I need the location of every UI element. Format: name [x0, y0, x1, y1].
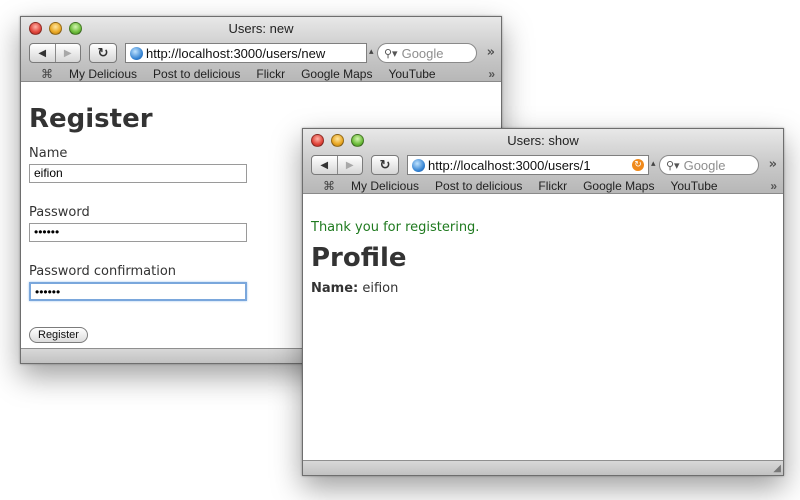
search-placeholder: Google [683, 157, 726, 173]
toolbar-overflow-icon[interactable]: » [487, 45, 495, 60]
status-bar: ◢ [303, 460, 783, 475]
register-button[interactable]: Register [29, 327, 88, 343]
search-icon: ⚲▾ [666, 159, 680, 172]
password-field[interactable]: •••••• [29, 223, 247, 242]
register-form: Register Name eifion Password •••••• Pas… [29, 104, 247, 343]
address-bar[interactable]: http://localhost:3000/users/new [125, 43, 367, 63]
bookmarks-bar: ⌘ My Delicious Post to delicious Flickr … [303, 179, 783, 193]
window-toolbar: Users: show ◀ ▶ ↻ http://localhost:3000/… [303, 129, 783, 194]
profile-name-value: eifion [362, 281, 399, 296]
bookmark-post-to-delicious[interactable]: Post to delicious [435, 179, 522, 193]
page-title: Register [29, 104, 153, 134]
bookmark-post-to-delicious[interactable]: Post to delicious [153, 67, 240, 81]
bookmarks-overflow-icon[interactable]: » [770, 179, 777, 193]
url-text: http://localhost:3000/users/1 [428, 157, 591, 173]
bookmark-youtube[interactable]: YouTube [388, 67, 435, 81]
page-title: Profile [311, 243, 407, 273]
window-toolbar: Users: new ◀ ▶ ↻ http://localhost:3000/u… [21, 17, 501, 82]
resize-grip-icon[interactable]: ◢ [773, 463, 781, 474]
reload-button[interactable]: ↻ [371, 155, 399, 175]
globe-icon [412, 158, 425, 172]
bookmark-google-maps[interactable]: Google Maps [583, 179, 654, 193]
search-field[interactable]: ⚲▾ Google [659, 155, 759, 175]
bookmark-youtube[interactable]: YouTube [670, 179, 717, 193]
back-button[interactable]: ◀ [30, 44, 56, 62]
password-confirmation-label: Password confirmation [29, 264, 177, 279]
url-text: http://localhost:3000/users/new [146, 45, 326, 61]
bookmarks-bar: ⌘ My Delicious Post to delicious Flickr … [21, 67, 501, 81]
browser-window-users-show: Users: show ◀ ▶ ↻ http://localhost:3000/… [302, 128, 784, 476]
address-menu-caret-icon[interactable]: ▴ [369, 47, 374, 57]
name-label: Name [29, 146, 68, 161]
search-field[interactable]: ⚲▾ Google [377, 43, 477, 63]
window-title: Users: new [228, 21, 294, 36]
back-button[interactable]: ◀ [312, 156, 338, 174]
forward-button[interactable]: ▶ [56, 44, 81, 62]
forward-button[interactable]: ▶ [338, 156, 363, 174]
profile-name-line: Name: eifion [311, 281, 479, 296]
back-forward-buttons: ◀ ▶ [29, 43, 81, 63]
bookmark-my-delicious[interactable]: My Delicious [69, 67, 137, 81]
password-label: Password [29, 205, 90, 220]
bookmarks-book-icon[interactable]: ⌘ [323, 179, 335, 193]
profile-name-label: Name: [311, 281, 359, 296]
page-content: Thank you for registering. Profile Name:… [303, 206, 783, 461]
bookmark-google-maps[interactable]: Google Maps [301, 67, 372, 81]
globe-icon [130, 46, 143, 60]
window-title: Users: show [507, 133, 579, 148]
bookmarks-overflow-icon[interactable]: » [488, 67, 495, 81]
bookmark-flickr[interactable]: Flickr [538, 179, 567, 193]
toolbar-overflow-icon[interactable]: » [769, 157, 777, 172]
profile-section: Thank you for registering. Profile Name:… [311, 220, 479, 296]
snapback-icon[interactable]: ↻ [632, 159, 644, 171]
back-forward-buttons: ◀ ▶ [311, 155, 363, 175]
search-placeholder: Google [401, 45, 444, 61]
address-bar[interactable]: http://localhost:3000/users/1 ↻ [407, 155, 649, 175]
password-confirmation-field[interactable]: •••••• [29, 282, 247, 301]
reload-button[interactable]: ↻ [89, 43, 117, 63]
bookmarks-book-icon[interactable]: ⌘ [41, 67, 53, 81]
search-icon: ⚲▾ [384, 47, 398, 60]
address-menu-caret-icon[interactable]: ▴ [651, 159, 656, 169]
bookmark-flickr[interactable]: Flickr [256, 67, 285, 81]
name-field[interactable]: eifion [29, 164, 247, 183]
flash-notice: Thank you for registering. [311, 220, 480, 235]
bookmark-my-delicious[interactable]: My Delicious [351, 179, 419, 193]
